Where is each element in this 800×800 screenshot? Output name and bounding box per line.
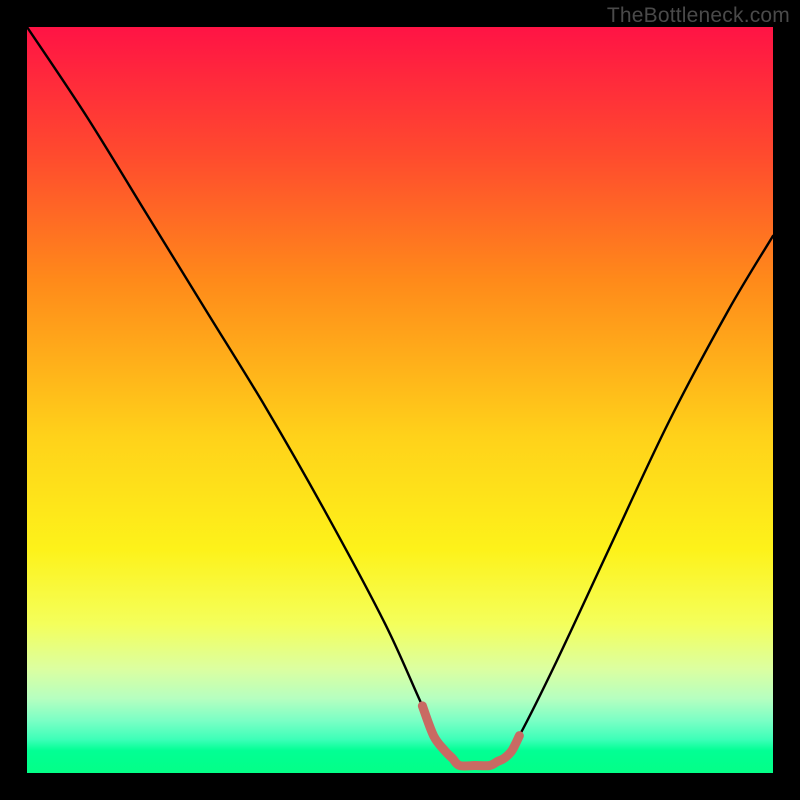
bottleneck-curve	[27, 27, 773, 767]
plot-area	[27, 27, 773, 773]
trough-highlight	[422, 706, 519, 766]
chart-frame: TheBottleneck.com	[0, 0, 800, 800]
watermark-text: TheBottleneck.com	[607, 4, 790, 28]
curve-layer	[27, 27, 773, 773]
